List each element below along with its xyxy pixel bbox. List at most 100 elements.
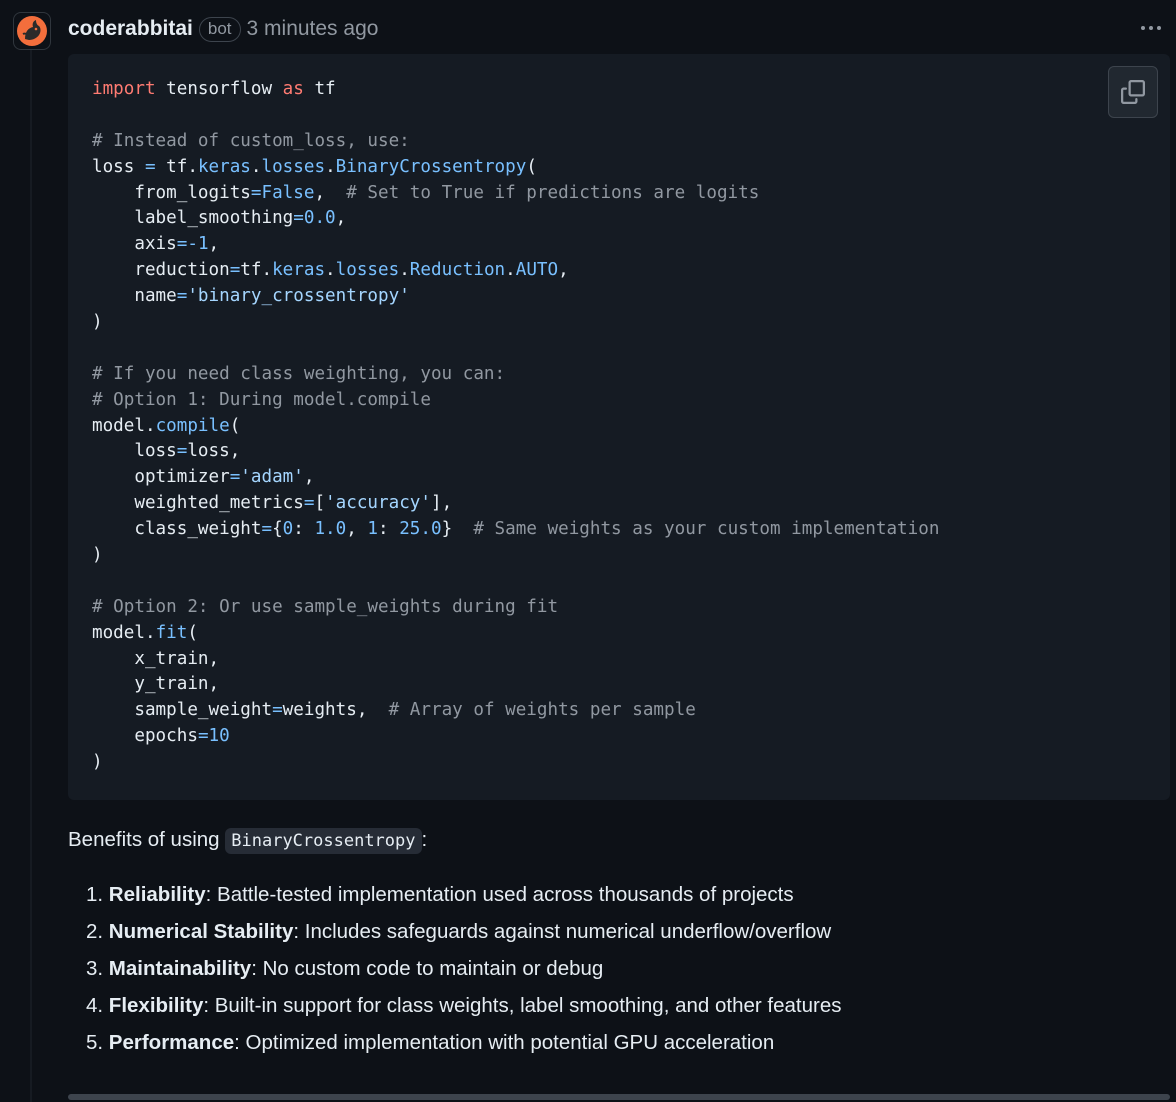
- code-line: # If you need class weighting, you can:: [92, 362, 939, 388]
- more-options-button[interactable]: [1136, 18, 1166, 38]
- code-token: =: [250, 182, 262, 203]
- list-item-text: : Optimized implementation with potentia…: [234, 1031, 775, 1054]
- code-token: 1: [197, 234, 209, 255]
- list-item-text: : Includes safeguards against numerical …: [293, 920, 832, 943]
- code-token: =: [303, 493, 315, 514]
- code-line: label_smoothing=0.0,: [92, 206, 939, 232]
- code-content: import tensorflow as tf # Instead of cus…: [92, 77, 939, 776]
- code-token: .: [505, 260, 516, 281]
- list-item-number: 1.: [86, 883, 109, 906]
- code-token: model.: [92, 622, 156, 643]
- code-token: =: [272, 700, 283, 721]
- code-token: tf.: [155, 156, 198, 177]
- benefits-intro-text: Benefits of using: [68, 828, 226, 851]
- code-token: =-: [176, 234, 198, 255]
- code-token: label_smoothing: [92, 208, 294, 229]
- code-token: .: [250, 156, 262, 177]
- list-item-title: Performance: [108, 1031, 235, 1054]
- code-token: 10: [208, 726, 230, 747]
- list-item-title: Flexibility: [108, 994, 204, 1017]
- code-line: model.fit(: [92, 621, 939, 647]
- code-token: 1: [367, 519, 379, 540]
- code-token: ): [92, 312, 103, 333]
- code-line: # Option 2: Or use sample_weights during…: [92, 595, 939, 621]
- code-line: reduction=tf.keras.losses.Reduction.AUTO…: [92, 258, 939, 284]
- code-token: x_train,: [92, 648, 220, 669]
- code-token: Reduction: [409, 260, 506, 281]
- code-token: =: [293, 208, 304, 229]
- code-line: optimizer='adam',: [92, 465, 939, 491]
- code-token: =: [229, 260, 241, 281]
- code-token: keras: [197, 156, 251, 177]
- list-item-text: : Built-in support for class weights, la…: [203, 994, 842, 1017]
- code-line: name='binary_crossentropy': [92, 284, 939, 310]
- timestamp[interactable]: 3 minutes ago: [247, 17, 379, 41]
- code-token: =: [261, 519, 273, 540]
- code-token: optimizer: [92, 467, 230, 488]
- code-token: weights,: [282, 700, 389, 721]
- code-token: =: [229, 467, 241, 488]
- code-line: epochs=10: [92, 724, 939, 750]
- code-line: x_train,: [92, 647, 939, 673]
- code-line: ): [92, 543, 939, 569]
- code-token: tf.: [240, 260, 273, 281]
- benefits-intro: Benefits of using BinaryCrossentropy:: [68, 826, 427, 855]
- code-token: (: [526, 156, 537, 177]
- code-token: keras: [272, 260, 326, 281]
- code-token: ,: [208, 234, 220, 255]
- code-token: tensorflow: [155, 79, 283, 99]
- code-token: reduction: [92, 260, 230, 281]
- list-item-number: 2.: [86, 920, 109, 943]
- code-token: import: [92, 79, 156, 99]
- code-line: import tensorflow as tf: [92, 77, 939, 103]
- code-token: model.: [92, 415, 156, 436]
- bot-badge: bot: [198, 16, 241, 42]
- copy-button[interactable]: [1108, 66, 1158, 118]
- code-token: weighted_metrics: [92, 493, 304, 514]
- code-token: (: [187, 622, 198, 643]
- list-item-text: : Battle-tested implementation used acro…: [205, 883, 794, 906]
- code-token: .: [325, 260, 336, 281]
- code-token: sample_weight: [92, 700, 273, 721]
- comment-header: coderabbitai bot 3 minutes ago: [68, 14, 378, 44]
- code-line: axis=-1,: [92, 232, 939, 258]
- code-token: loss,: [187, 441, 241, 462]
- code-token: =: [197, 726, 209, 747]
- code-line: y_train,: [92, 672, 939, 698]
- copy-icon: [1121, 80, 1145, 104]
- code-token: [: [314, 493, 326, 514]
- code-token: AUTO: [515, 260, 559, 281]
- inline-code: BinaryCrossentropy: [225, 828, 422, 854]
- code-token: class_weight: [92, 519, 262, 540]
- code-line: # Option 1: During model.compile: [92, 388, 939, 414]
- code-token: 'adam': [240, 467, 304, 488]
- code-token: ,: [558, 260, 569, 281]
- author-name[interactable]: coderabbitai: [68, 17, 193, 41]
- code-token: 0: [282, 519, 294, 540]
- list-item-number: 5.: [86, 1031, 109, 1054]
- list-item: 2. Numerical Stability: Includes safegua…: [86, 917, 841, 954]
- code-token: :: [378, 519, 400, 540]
- list-item: 3. Maintainability: No custom code to ma…: [86, 954, 841, 991]
- code-token: :: [293, 519, 315, 540]
- code-token: ,: [335, 208, 347, 229]
- code-token: name: [92, 286, 177, 307]
- code-line: loss = tf.keras.losses.BinaryCrossentrop…: [92, 155, 939, 181]
- code-token: =: [176, 441, 188, 462]
- horizontal-scrollbar[interactable]: [68, 1094, 1170, 1100]
- code-token: # Instead of custom_loss, use:: [92, 130, 410, 151]
- code-line: ): [92, 310, 939, 336]
- code-token: }: [441, 519, 474, 540]
- code-token: loss: [92, 441, 177, 462]
- code-token: ,: [314, 182, 347, 203]
- code-token: losses: [335, 260, 400, 281]
- code-line: loss=loss,: [92, 439, 939, 465]
- avatar[interactable]: [13, 12, 51, 50]
- code-token: # Option 2: Or use sample_weights during…: [92, 596, 559, 617]
- code-line: ): [92, 750, 939, 776]
- coderabbit-logo-icon: [17, 16, 47, 46]
- code-token: # Array of weights per sample: [388, 700, 696, 721]
- code-token: =: [176, 286, 188, 307]
- code-line: from_logits=False, # Set to True if pred…: [92, 181, 939, 207]
